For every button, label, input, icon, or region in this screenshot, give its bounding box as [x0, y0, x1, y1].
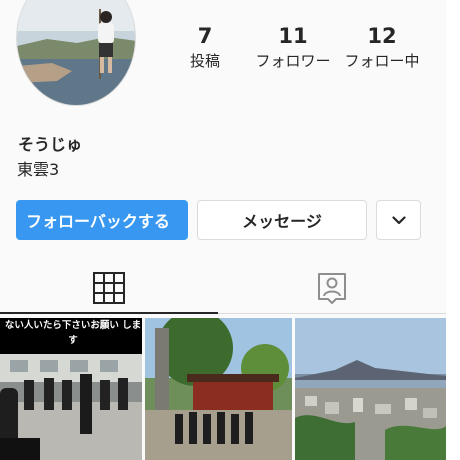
active-tab-indicator [0, 312, 218, 314]
posts-count-stat: 7 投稿 [163, 22, 247, 72]
following-label[interactable]: フォロー中 [340, 50, 424, 72]
following-stat[interactable]: 12 フォロー中 [340, 22, 424, 72]
tab-posts-grid[interactable] [0, 264, 218, 312]
chevron-down-icon [391, 215, 406, 224]
tagged-user-icon [318, 273, 346, 304]
tab-tagged[interactable] [218, 264, 446, 312]
followers-count[interactable]: 11 [251, 22, 335, 50]
posts-count: 7 [197, 24, 213, 48]
tab-divider [218, 313, 446, 314]
profile-bio: 東雲3 [17, 160, 60, 179]
screen-edge [446, 0, 460, 460]
following-count[interactable]: 12 [340, 22, 424, 50]
posts-label: 投稿 [189, 52, 220, 70]
followers-stat[interactable]: 11 フォロワー [251, 22, 335, 72]
followers-label[interactable]: フォロワー [251, 50, 335, 72]
message-button[interactable]: メッセージ [197, 200, 367, 240]
post-tile-1[interactable]: ない人いたら下さいお願い します [0, 318, 142, 460]
more-options-button[interactable] [376, 200, 421, 240]
post-tile-3[interactable] [295, 318, 446, 460]
post-tile-2[interactable] [145, 318, 292, 460]
post-3-image [295, 318, 446, 460]
profile-username: そうじゅ [18, 135, 83, 154]
grid-icon [93, 272, 125, 304]
follow-back-button[interactable]: フォローバックする [16, 200, 188, 240]
post-2-image [145, 318, 292, 460]
profile-tabs [0, 264, 446, 314]
post-1-caption: ない人いたら下さいお願い します [4, 320, 142, 346]
